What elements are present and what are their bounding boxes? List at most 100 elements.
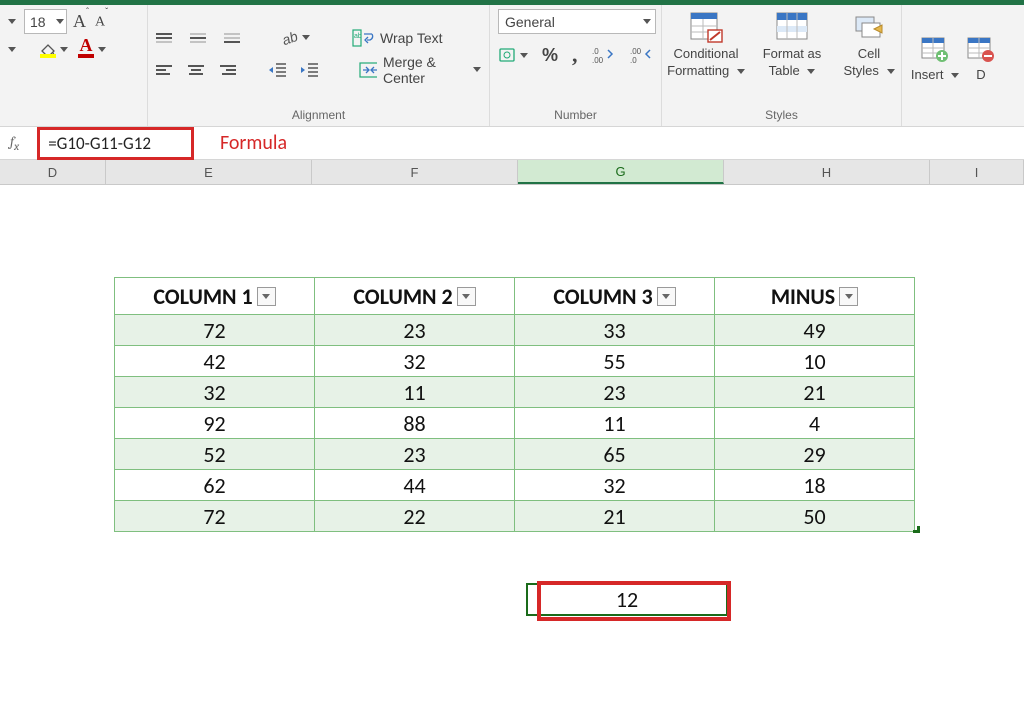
- chevron-down-icon[interactable]: [643, 19, 651, 24]
- table-cell[interactable]: 23: [315, 439, 515, 470]
- align-right-button[interactable]: [217, 60, 236, 80]
- increase-decimal-button[interactable]: .0.00: [592, 46, 616, 64]
- percent-button[interactable]: %: [542, 45, 558, 66]
- chevron-down-icon[interactable]: [887, 69, 895, 74]
- chevron-down-icon[interactable]: [56, 19, 64, 24]
- chevron-down-icon[interactable]: [302, 35, 310, 40]
- table-row: 72222150: [115, 501, 915, 532]
- orientation-button[interactable]: ab: [280, 28, 310, 48]
- table-cell[interactable]: 32: [315, 346, 515, 377]
- chevron-down-icon[interactable]: [520, 53, 528, 58]
- delete-cells-icon: [966, 34, 996, 62]
- table-header-label: COLUMN 2: [353, 283, 452, 310]
- fill-color-button[interactable]: [38, 40, 68, 58]
- font-color-button[interactable]: A: [76, 40, 106, 58]
- table-row: 52236529: [115, 439, 915, 470]
- border-caret-icon[interactable]: [8, 47, 16, 52]
- table-header[interactable]: COLUMN 3: [515, 278, 715, 315]
- table-cell[interactable]: 32: [515, 470, 715, 501]
- table-cell[interactable]: 92: [115, 408, 315, 439]
- decrease-font-icon[interactable]: Aˇ: [95, 12, 108, 31]
- accounting-format-button[interactable]: [498, 46, 528, 64]
- table-cell[interactable]: 21: [715, 377, 915, 408]
- chevron-down-icon[interactable]: [737, 69, 745, 74]
- font-name-caret-icon[interactable]: [8, 19, 16, 24]
- active-cell[interactable]: 12: [526, 583, 728, 616]
- align-bottom-button[interactable]: [224, 28, 246, 48]
- table-cell[interactable]: 55: [515, 346, 715, 377]
- decrease-indent-icon: [268, 61, 288, 79]
- group-label: Number: [498, 104, 653, 126]
- table-cell[interactable]: 4: [715, 408, 915, 439]
- filter-button[interactable]: [839, 287, 858, 306]
- fx-icon[interactable]: fx: [10, 133, 19, 153]
- table-header[interactable]: COLUMN 2: [315, 278, 515, 315]
- chevron-down-icon[interactable]: [951, 73, 959, 78]
- table-cell[interactable]: 72: [115, 501, 315, 532]
- chevron-down-icon[interactable]: [98, 47, 106, 52]
- column-header[interactable]: D: [0, 160, 106, 184]
- number-group: General % , .0.00 .00.0 Number: [490, 5, 662, 126]
- table-cell[interactable]: 65: [515, 439, 715, 470]
- table-cell[interactable]: 11: [315, 377, 515, 408]
- table-cell[interactable]: 11: [515, 408, 715, 439]
- comma-button[interactable]: ,: [572, 42, 578, 68]
- table-cell[interactable]: 23: [515, 377, 715, 408]
- table-cell[interactable]: 22: [315, 501, 515, 532]
- delete-button[interactable]: D: [966, 30, 996, 83]
- table-cell[interactable]: 10: [715, 346, 915, 377]
- chevron-down-icon[interactable]: [60, 47, 68, 52]
- table-row: 32112321: [115, 377, 915, 408]
- font-size-input[interactable]: 18: [24, 9, 67, 34]
- filter-button[interactable]: [457, 287, 476, 306]
- number-format-select[interactable]: General: [498, 9, 656, 34]
- align-left-button[interactable]: [156, 60, 175, 80]
- table-cell[interactable]: 49: [715, 315, 915, 346]
- chevron-down-icon: [262, 294, 270, 299]
- column-header[interactable]: F: [312, 160, 518, 184]
- currency-icon: [498, 46, 518, 64]
- conditional-formatting-button[interactable]: Conditional Formatting: [670, 9, 742, 79]
- table-cell[interactable]: 44: [315, 470, 515, 501]
- align-top-button[interactable]: [156, 28, 178, 48]
- filter-button[interactable]: [657, 287, 676, 306]
- table-cell[interactable]: 32: [115, 377, 315, 408]
- decrease-decimal-button[interactable]: .00.0: [630, 46, 654, 64]
- table-cell[interactable]: 88: [315, 408, 515, 439]
- table-header[interactable]: COLUMN 1: [115, 278, 315, 315]
- worksheet-area[interactable]: COLUMN 1COLUMN 2COLUMN 3MINUS 7223334942…: [0, 185, 1024, 715]
- table-cell[interactable]: 23: [315, 315, 515, 346]
- table-cell[interactable]: 21: [515, 501, 715, 532]
- merge-center-button[interactable]: Merge & Center: [359, 54, 481, 86]
- table-cell[interactable]: 72: [115, 315, 315, 346]
- align-center-button[interactable]: [187, 60, 206, 80]
- insert-button[interactable]: Insert: [910, 30, 960, 83]
- font-group: 18 Aˆ Aˇ A: [0, 5, 148, 126]
- wrap-text-button[interactable]: ab Wrap Text: [352, 28, 443, 48]
- table-cell[interactable]: 42: [115, 346, 315, 377]
- table-cell[interactable]: 62: [115, 470, 315, 501]
- table-cell[interactable]: 18: [715, 470, 915, 501]
- column-header[interactable]: I: [930, 160, 1024, 184]
- column-header[interactable]: E: [106, 160, 312, 184]
- chevron-down-icon[interactable]: [807, 69, 815, 74]
- increase-indent-button[interactable]: [300, 61, 320, 79]
- decrease-decimal-icon: .00.0: [630, 46, 654, 64]
- table-resize-handle[interactable]: [913, 526, 920, 533]
- table-cell[interactable]: 29: [715, 439, 915, 470]
- column-header-row: D E F G H I: [0, 160, 1024, 185]
- align-middle-button[interactable]: [190, 28, 212, 48]
- cell-styles-button[interactable]: Cell Styles: [842, 9, 896, 79]
- chevron-down-icon[interactable]: [473, 67, 481, 72]
- column-header[interactable]: H: [724, 160, 930, 184]
- table-cell[interactable]: 52: [115, 439, 315, 470]
- column-header-selected[interactable]: G: [518, 160, 724, 184]
- decrease-indent-button[interactable]: [268, 61, 288, 79]
- table-cell[interactable]: 33: [515, 315, 715, 346]
- filter-button[interactable]: [257, 287, 276, 306]
- formula-input[interactable]: =G10-G11-G12: [37, 127, 194, 160]
- format-as-table-button[interactable]: Format as Table: [756, 9, 828, 79]
- table-header[interactable]: MINUS: [715, 278, 915, 315]
- table-cell[interactable]: 50: [715, 501, 915, 532]
- increase-font-icon[interactable]: Aˆ: [73, 11, 89, 32]
